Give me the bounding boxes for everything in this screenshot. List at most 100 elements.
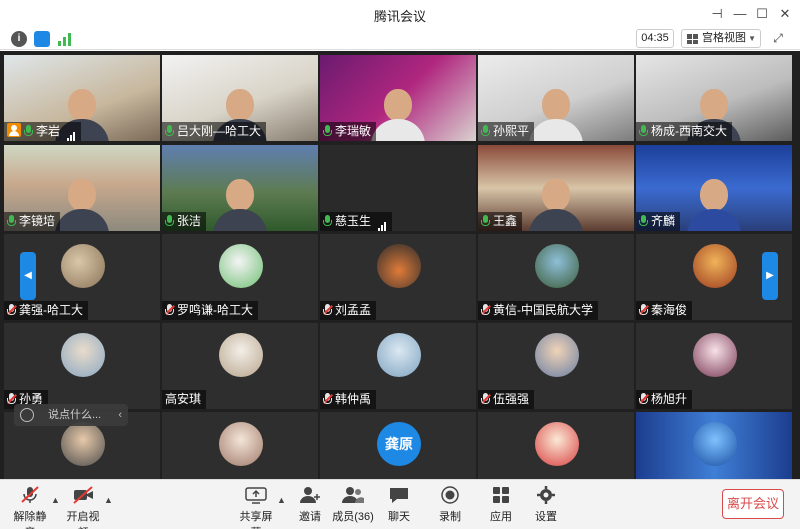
participant-avatar (61, 244, 105, 288)
info-icon[interactable]: i (11, 31, 27, 47)
participant-name: 秦海俊 (651, 303, 688, 317)
participant-tile[interactable] (478, 412, 634, 479)
chevron-left-icon[interactable]: ‹ (118, 404, 122, 426)
participant-tile[interactable]: 李瑞敏 (320, 55, 476, 141)
participant-tile[interactable]: 张洁 (162, 145, 318, 231)
participant-name: 王鑫 (493, 214, 518, 228)
participant-tile[interactable]: 吕大刚—哈工大 (162, 55, 318, 141)
participant-name: 刘孟孟 (335, 303, 372, 317)
invite-label: 邀请 (299, 511, 321, 523)
participant-avatar (693, 422, 737, 466)
share-screen-label: 共享屏幕 (239, 511, 273, 529)
grid-view-icon (687, 34, 698, 44)
participant-name-bar: 龚强-哈工大 (4, 301, 88, 320)
settings-label: 设置 (535, 511, 557, 523)
start-video-label: 开启视频 (66, 511, 100, 529)
mic-on-icon (165, 215, 174, 227)
participant-tile[interactable]: 孙熙平 (478, 55, 634, 141)
participant-avatar (219, 333, 263, 377)
participant-name: 罗鸣谦-哈工大 (177, 303, 253, 317)
members-label: 成员(36) (332, 511, 374, 523)
mic-on-icon (24, 125, 33, 137)
participant-tile[interactable] (636, 412, 792, 479)
maximize-icon[interactable]: ☐ (752, 4, 772, 24)
signal-icon (378, 213, 387, 231)
participant-tile[interactable]: 高安琪 (162, 323, 318, 409)
participant-tile[interactable]: 杨旭升 (636, 323, 792, 409)
share-screen-button[interactable]: 共享屏幕 (236, 486, 276, 529)
participant-tile[interactable]: 伍强强 (478, 323, 634, 409)
participant-tile[interactable]: 刘孟孟 (320, 234, 476, 320)
pin-icon[interactable]: ⊣ (707, 4, 727, 24)
invite-button[interactable]: 邀请 (290, 486, 330, 524)
participant-video (371, 89, 425, 141)
participant-grid: 李岩 吕大刚—哈工大 李瑞敏 孙熙平 杨成-西南交大 李镜培 张洁 慈玉生 王鑫 (0, 51, 800, 479)
participant-name-bar: 韩仲禹 (320, 390, 377, 409)
participant-tile[interactable]: 罗鸣谦-哈工大 (162, 234, 318, 320)
mic-muted-icon (7, 393, 17, 405)
chat-quick-input[interactable]: 说点什么... ‹ (14, 404, 128, 426)
mic-on-icon (481, 215, 490, 227)
unmute-button[interactable]: 解除静音 (10, 486, 50, 529)
participant-tile[interactable]: 孙勇 (4, 323, 160, 409)
record-button[interactable]: 录制 (433, 486, 467, 524)
participant-video (55, 179, 109, 231)
participant-name-bar: 杨旭升 (636, 390, 693, 409)
mic-on-icon (323, 125, 332, 137)
chat-button[interactable]: 聊天 (382, 486, 416, 524)
previous-page-button[interactable]: ◀ (20, 252, 36, 300)
participant-avatar (61, 422, 105, 466)
mic-muted-icon (481, 393, 491, 405)
settings-button[interactable]: 设置 (529, 486, 563, 524)
participant-avatar (377, 244, 421, 288)
apps-button[interactable]: 应用 (484, 486, 518, 524)
mic-on-icon (7, 215, 16, 227)
share-screen-icon (245, 486, 267, 504)
participant-name: 黄信-中国民航大学 (493, 303, 593, 317)
chevron-up-icon[interactable]: ▲ (104, 495, 113, 505)
emoji-icon[interactable] (20, 408, 34, 422)
participant-tile[interactable]: 李岩 (4, 55, 160, 141)
chat-label: 聊天 (388, 511, 410, 523)
chevron-down-icon: ▼ (748, 34, 756, 43)
apps-label: 应用 (490, 511, 512, 523)
signal-icon (67, 123, 76, 141)
participant-tile[interactable]: 杨成-西南交大 (636, 55, 792, 141)
leave-meeting-button[interactable]: 离开会议 (722, 489, 784, 519)
view-mode-label: 宫格视图 (702, 32, 746, 44)
participant-name-bar: 高安琪 (162, 390, 207, 409)
mic-on-icon (639, 125, 648, 137)
members-icon (342, 486, 364, 504)
participant-avatar (535, 244, 579, 288)
participant-name-bar: 张洁 (162, 212, 207, 231)
participant-tile[interactable]: 慈玉生 (320, 145, 476, 231)
record-icon (439, 486, 461, 504)
participant-tile[interactable]: 齐麟 (636, 145, 792, 231)
start-video-button[interactable]: 开启视频 (63, 486, 103, 529)
participant-name-bar: 伍强强 (478, 390, 535, 409)
participant-name: 杨成-西南交大 (651, 124, 727, 138)
participant-tile[interactable]: 韩仲禹 (320, 323, 476, 409)
participant-name-bar: 秦海俊 (636, 301, 693, 320)
minimize-icon[interactable]: — (730, 4, 750, 24)
fullscreen-icon[interactable]: ⤢ (770, 31, 786, 47)
network-signal-icon[interactable] (57, 31, 73, 47)
chat-icon (388, 486, 410, 504)
participant-name: 齐麟 (651, 214, 676, 228)
chevron-up-icon[interactable]: ▲ (277, 495, 286, 505)
participant-tile[interactable] (162, 412, 318, 479)
next-page-button[interactable]: ▶ (762, 252, 778, 300)
participant-tile[interactable]: 黄信-中国民航大学 (478, 234, 634, 320)
mic-on-icon (165, 125, 174, 137)
view-mode-dropdown[interactable]: 宫格视图 ▼ (681, 29, 761, 48)
participant-video (529, 89, 583, 141)
close-icon[interactable]: ✕ (775, 4, 795, 24)
participant-tile[interactable]: 龚原 (320, 412, 476, 479)
unmute-label: 解除静音 (13, 511, 47, 529)
participant-tile[interactable]: 李镜培 (4, 145, 160, 231)
chevron-up-icon[interactable]: ▲ (51, 495, 60, 505)
participant-tile[interactable]: 王鑫 (478, 145, 634, 231)
participant-name-bar: 慈玉生 (320, 212, 393, 231)
members-button[interactable]: 成员(36) (332, 486, 374, 524)
shield-icon[interactable] (34, 31, 50, 47)
